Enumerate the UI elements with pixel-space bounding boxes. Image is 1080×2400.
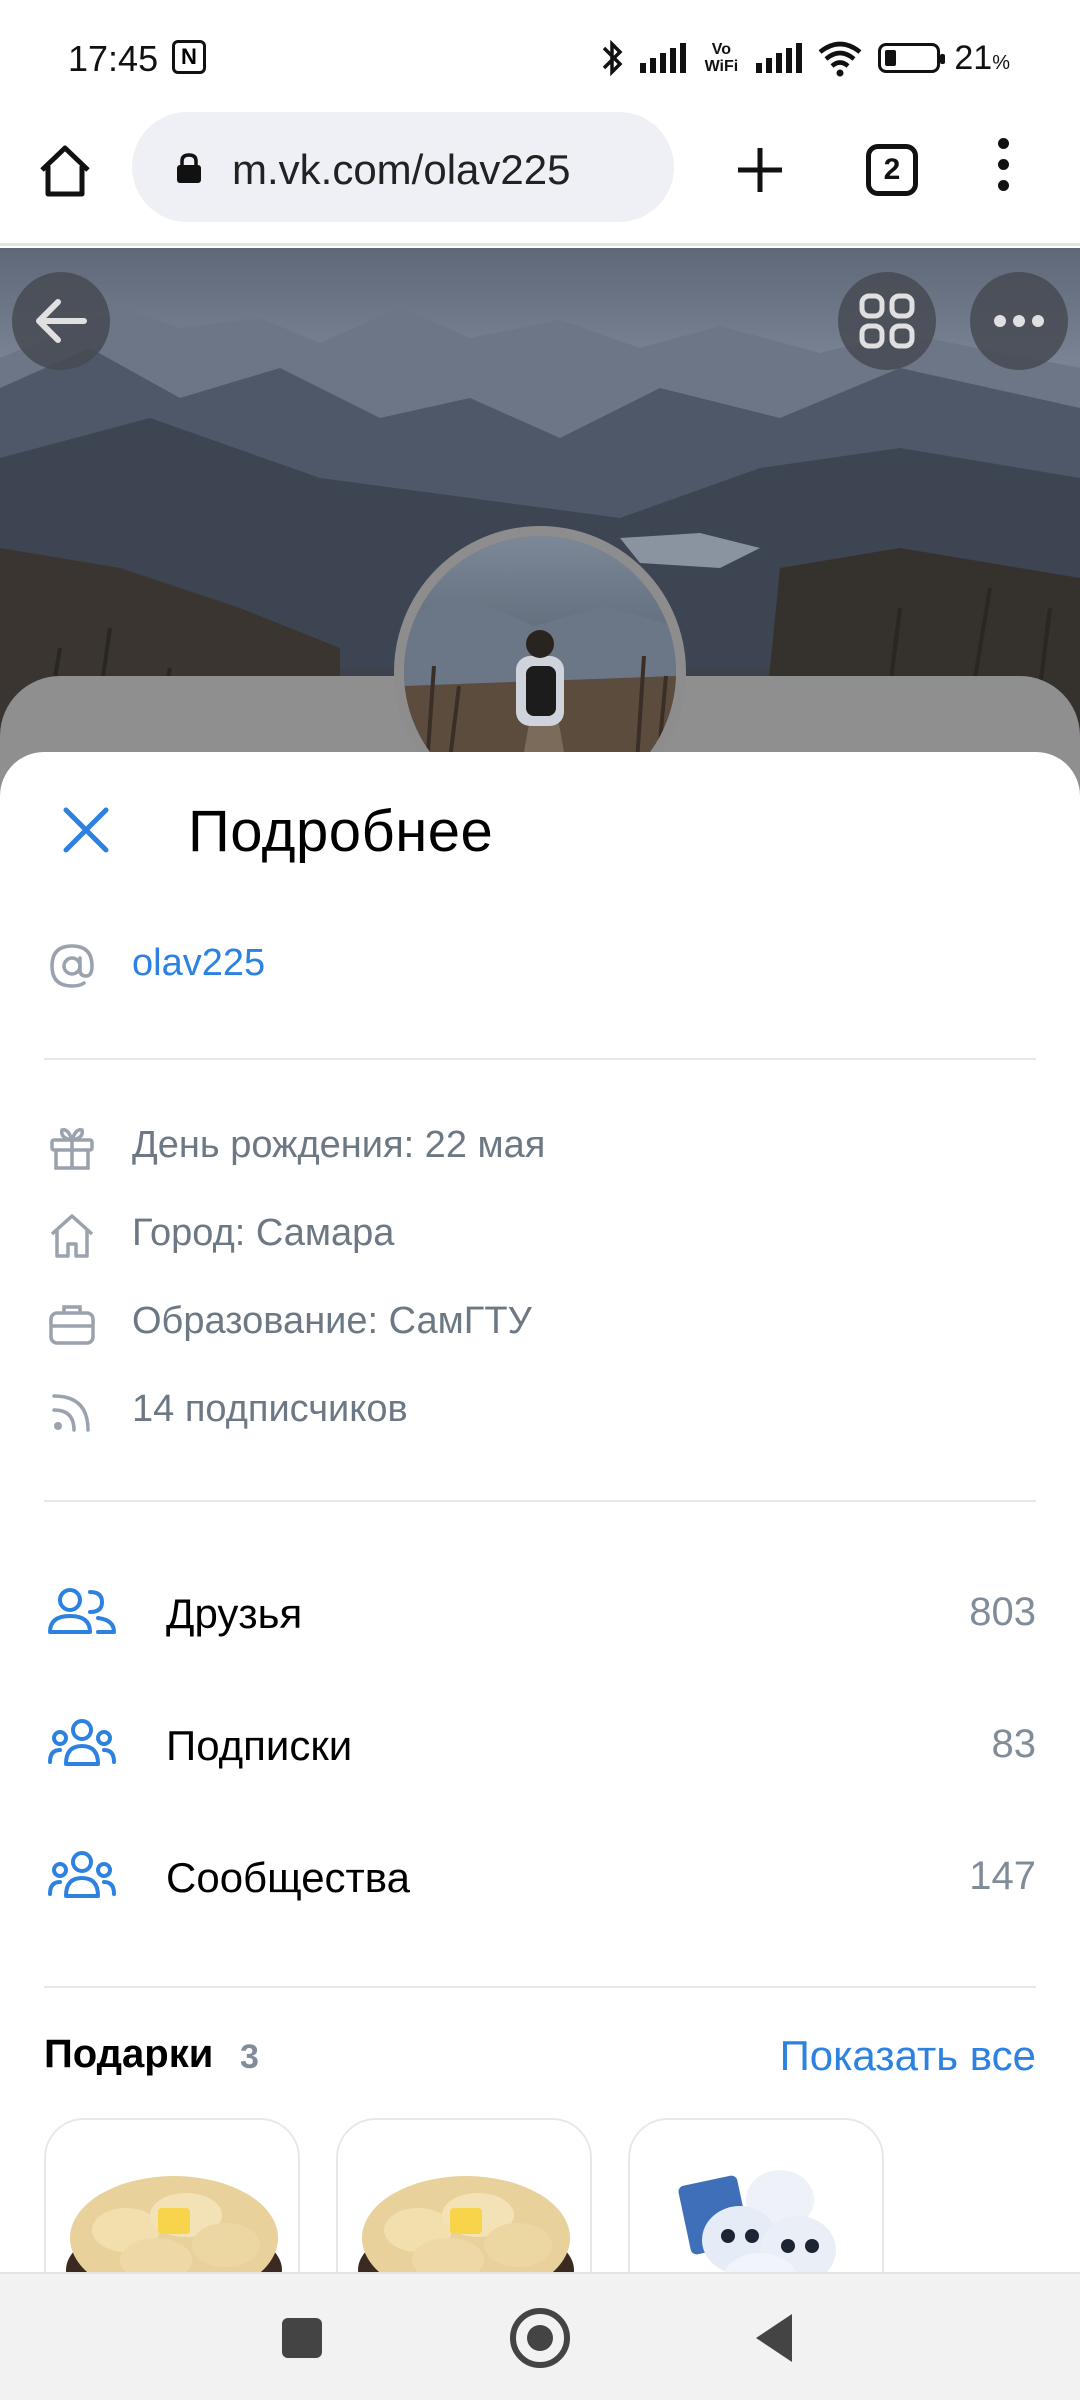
close-icon[interactable] xyxy=(56,800,116,860)
communities-count: 147 xyxy=(969,1854,1036,1898)
recents-icon[interactable] xyxy=(282,2318,322,2358)
url-text[interactable]: m.vk.com/olav225 xyxy=(232,146,570,194)
arrow-left-icon xyxy=(36,299,87,343)
gift-icon xyxy=(50,1127,94,1170)
battery-icon xyxy=(878,43,946,73)
browser-toolbar: m.vk.com/olav225 2 xyxy=(0,110,1080,246)
home-icon[interactable] xyxy=(34,140,96,202)
system-navigation-bar xyxy=(0,2272,1080,2400)
username-link[interactable]: olav225 xyxy=(132,942,265,985)
cell-signal-icon xyxy=(640,43,687,73)
subscriptions-icon xyxy=(48,1719,116,1766)
lock-icon xyxy=(177,153,201,183)
more-dots-icon xyxy=(994,315,1044,327)
education-text: Образование: СамГТУ xyxy=(132,1300,532,1342)
more-button[interactable] xyxy=(970,272,1068,370)
friends-icon xyxy=(48,1588,116,1634)
home-circle-icon[interactable] xyxy=(510,2308,570,2368)
gift-item[interactable] xyxy=(336,2118,592,2272)
divider xyxy=(44,1500,1036,1502)
friends-row[interactable]: Друзья 803 xyxy=(0,1570,1080,1660)
gift-item[interactable] xyxy=(628,2118,884,2272)
vowifi-label: Vo WiFi xyxy=(704,41,739,75)
dumpling-characters-gift-image xyxy=(678,2170,836,2272)
modal-title: Подробнее xyxy=(188,799,494,864)
address-bar[interactable]: m.vk.com/olav225 xyxy=(132,112,674,222)
status-time: 17:45 xyxy=(68,38,159,79)
nfc-icon: N xyxy=(172,40,206,74)
home-icon xyxy=(50,1214,94,1258)
friends-count: 803 xyxy=(969,1590,1036,1634)
birthday-text: День рождения: 22 мая xyxy=(132,1124,546,1166)
show-all-gifts-link[interactable]: Показать все xyxy=(780,2032,1036,2080)
cell-signal-2-icon xyxy=(756,43,803,73)
status-icons: Vo WiFi 21% xyxy=(600,36,1010,80)
new-tab-icon[interactable] xyxy=(730,140,790,200)
bluetooth-icon xyxy=(603,39,623,77)
gift-item[interactable] xyxy=(44,2118,300,2272)
communities-row[interactable]: Сообщества 147 xyxy=(0,1834,1080,1924)
rss-icon xyxy=(52,1394,90,1432)
tab-switcher-button[interactable]: 2 xyxy=(866,144,918,196)
divider xyxy=(44,1986,1036,1988)
apps-grid-icon xyxy=(859,293,915,349)
briefcase-icon xyxy=(49,1305,95,1345)
communities-label[interactable]: Сообщества xyxy=(166,1854,410,1902)
back-button[interactable] xyxy=(12,272,110,370)
divider xyxy=(44,1058,1036,1060)
subscriptions-label[interactable]: Подписки xyxy=(166,1722,352,1770)
wifi-icon xyxy=(818,41,862,77)
at-sign-icon xyxy=(50,944,94,988)
gifts-count: 3 xyxy=(240,2038,259,2076)
details-modal: Подробнее olav225 День рождения: 22 мая … xyxy=(0,752,1080,2272)
browser-menu-icon[interactable] xyxy=(990,138,1016,202)
followers-text[interactable]: 14 подписчиков xyxy=(132,1388,408,1431)
back-triangle-icon[interactable] xyxy=(756,2314,792,2362)
apps-button[interactable] xyxy=(838,272,936,370)
gifts-title: Подарки xyxy=(44,2032,214,2076)
communities-icon xyxy=(48,1851,116,1898)
battery-level: 21% xyxy=(954,38,1010,77)
subscriptions-count: 83 xyxy=(991,1722,1037,1766)
dumplings-gift-image xyxy=(358,2176,574,2272)
dumplings-gift-image xyxy=(66,2176,282,2272)
subscriptions-row[interactable]: Подписки 83 xyxy=(0,1702,1080,1792)
friends-label[interactable]: Друзья xyxy=(166,1590,302,1638)
status-bar: 17:45 N Vo WiFi 21% xyxy=(0,0,1080,110)
city-text: Город: Самара xyxy=(132,1212,395,1254)
